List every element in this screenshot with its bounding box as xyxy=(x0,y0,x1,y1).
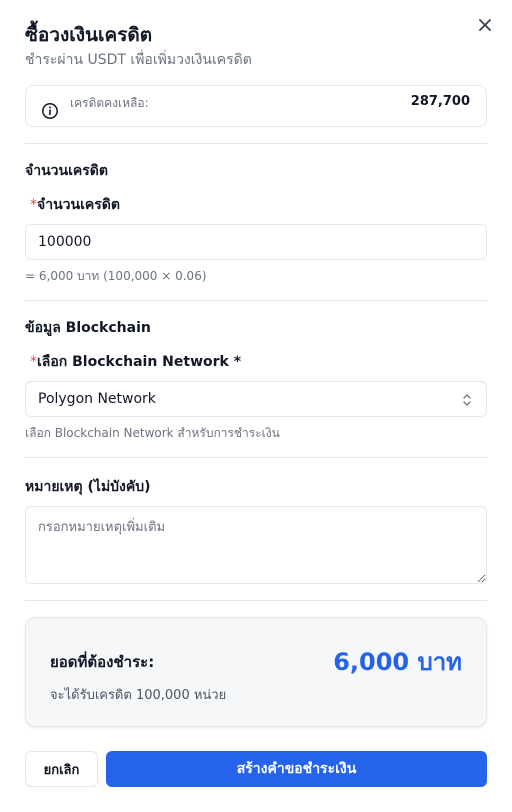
credit-balance-box: เครดิตคงเหลือ: 287,700 xyxy=(25,85,487,127)
divider xyxy=(25,300,487,301)
dialog-title: ซื้อวงเงินเครดิต xyxy=(25,24,153,46)
amount-label-text: จำนวนเครดิต xyxy=(37,197,120,213)
required-mark: * xyxy=(30,197,37,213)
amount-due-label: ยอดที่ต้องชำระ: xyxy=(50,653,155,671)
network-help-text: เลือก Blockchain Network สำหรับการชำระเง… xyxy=(25,426,280,440)
note-textarea[interactable] xyxy=(25,506,487,584)
credit-balance-label: เครดิตคงเหลือ: xyxy=(70,96,149,110)
close-icon xyxy=(479,19,491,31)
selected-network: Polygon Network xyxy=(38,391,156,407)
blockchain-section-title: ข้อมูล Blockchain xyxy=(25,320,151,336)
chevron-up-down-icon xyxy=(463,394,471,406)
dialog-subtitle: ชำระผ่าน USDT เพื่อเพิ่มวงเงินเครดิต xyxy=(25,52,252,68)
credit-balance-value: 287,700 xyxy=(410,94,470,109)
divider xyxy=(25,143,487,144)
divider xyxy=(25,457,487,458)
blockchain-network-select[interactable]: Polygon Network xyxy=(25,381,487,417)
network-field-label: *เลือก Blockchain Network * xyxy=(30,351,241,373)
amount-field-label: *จำนวนเครดิต xyxy=(30,194,120,216)
info-icon xyxy=(42,103,58,119)
payment-summary-card: ยอดที่ต้องชำระ: 6,000 บาท จะได้รับเครดิต… xyxy=(25,617,487,727)
purchase-credit-dialog: ซื้อวงเงินเครดิต ชำระผ่าน USDT เพื่อเพิ่… xyxy=(0,0,512,812)
cancel-button[interactable]: ยกเลิก xyxy=(25,751,98,787)
credits-received-text: จะได้รับเครดิต 100,000 หน่วย xyxy=(50,688,227,703)
required-mark: * xyxy=(30,354,37,370)
divider xyxy=(25,600,487,601)
amount-calculation-text: = 6,000 บาท (100,000 × 0.06) xyxy=(25,269,207,283)
credit-amount-input[interactable] xyxy=(25,224,487,260)
close-button[interactable] xyxy=(474,14,496,36)
network-label-text: เลือก Blockchain Network * xyxy=(37,354,242,370)
amount-due-value: 6,000 บาท xyxy=(333,648,462,676)
create-payment-request-button[interactable]: สร้างคำขอชำระเงิน xyxy=(106,751,487,787)
amount-section-title: จำนวนเครดิต xyxy=(25,163,108,179)
note-section-title: หมายเหตุ (ไม่บังคับ) xyxy=(25,479,151,495)
